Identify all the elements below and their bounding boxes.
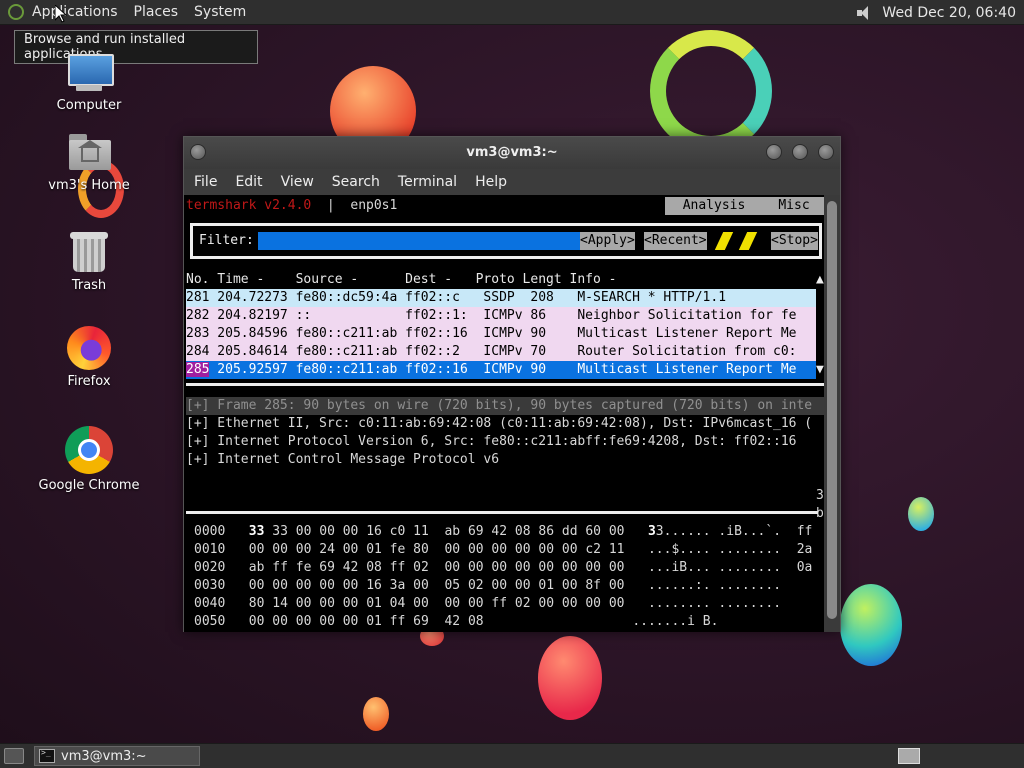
selected-packet-number: 285 [186,362,210,377]
termshark-header: termshark v2.4.0 | enp0s1 [186,197,397,215]
desktop-icon-chrome[interactable]: Google Chrome [29,426,149,493]
window-title: vm3@vm3:~ [466,145,558,160]
menu-file[interactable]: File [194,174,217,190]
filter-bar: Filter: <Apply> <Recent> <Stop> [190,223,822,259]
stop-button[interactable]: <Stop> [771,232,818,250]
desktop-icon-firefox[interactable]: Firefox [29,326,149,389]
trash-icon [67,230,111,274]
detail-row[interactable]: [+] Internet Protocol Version 6, Src: fe… [186,433,796,451]
chrome-icon [65,426,113,474]
wallpaper-blob [840,584,902,666]
hex-row[interactable]: 0010 00 00 00 24 00 01 fe 80 00 00 00 00… [194,541,812,559]
scroll-down-icon[interactable]: ▼ [816,361,824,379]
window-titlebar[interactable]: vm3@vm3:~ [184,137,840,169]
bottom-panel: vm3@vm3:~ [0,743,1024,768]
desktop-icon-label: Computer [56,98,122,113]
detail-row[interactable]: [+] Internet Control Message Protocol v6 [186,451,499,469]
apply-button[interactable]: <Apply> [580,232,635,250]
hex-row[interactable]: 0020 ab ff fe 69 42 08 ff 02 00 00 00 00… [194,559,812,577]
packet-row-selected[interactable]: 285 205.92597 fe80::c211:ab ff02::16 ICM… [186,361,816,379]
header-separator: | [326,198,335,213]
hex-row[interactable]: 0000 33 33 00 00 00 16 c0 11 ab 69 42 08… [194,523,812,541]
tab-misc[interactable]: Misc [763,197,825,215]
terminal-icon [39,748,55,763]
tab-analysis[interactable]: Analysis [665,197,763,215]
filter-input[interactable] [258,232,580,250]
taskbar-window-button[interactable]: vm3@vm3:~ [34,746,200,766]
desktop-icon-label: vm3's Home [48,178,130,193]
detail-overflow-char: b [816,506,824,521]
show-desktop-icon[interactable] [4,748,24,764]
panel-tray: Wed Dec 20, 06:40 [856,0,1016,25]
menu-help[interactable]: Help [475,174,507,190]
desktop-icon-label: Firefox [67,374,111,389]
maximize-icon[interactable] [792,144,808,160]
desktop-icon-trash[interactable]: Trash [29,230,149,293]
wallpaper-blob [908,497,934,531]
desktop-icon-label: Google Chrome [38,478,140,493]
menu-view[interactable]: View [281,174,314,190]
desktop-icon-home[interactable]: vm3's Home [29,130,149,193]
workspace-switcher-icon[interactable] [898,748,920,764]
applications-menu[interactable]: Applications [32,4,118,20]
pane-divider[interactable] [186,383,824,386]
detail-overflow-char: 3 [816,488,824,503]
scroll-up-icon[interactable]: ▲ [816,271,824,289]
computer-icon [64,54,114,94]
packet-row[interactable]: 284 205.84614 fe80::c211:ab ff02::2 ICMP… [186,343,816,361]
minimize-icon[interactable] [766,144,782,160]
packet-row[interactable]: 282 204.82197 :: ff02::1: ICMPv 86 Neigh… [186,307,816,325]
firefox-icon [67,326,111,370]
detail-row[interactable]: [+] Ethernet II, Src: c0:11:ab:69:42:08 … [186,415,812,433]
capture-activity-indicator [714,232,761,250]
home-folder-icon [67,130,111,174]
volume-icon[interactable] [856,5,872,21]
packet-row[interactable]: 281 204.72273 fe80::dc59:4a ff02::c SSDP… [186,289,816,307]
menu-terminal[interactable]: Terminal [398,174,457,190]
terminal-menubar: File Edit View Search Terminal Help [184,169,840,195]
clock[interactable]: Wed Dec 20, 06:40 [882,5,1016,21]
packet-row[interactable]: 283 205.84596 fe80::c211:ab ff02::16 ICM… [186,325,816,343]
detail-row-selected[interactable]: [+] Frame 285: 90 bytes on wire (720 bit… [186,397,826,415]
taskbar-window-label: vm3@vm3:~ [61,748,147,764]
terminal-content[interactable]: termshark v2.4.0 | enp0s1 Analysis Misc … [184,195,826,632]
close-icon[interactable] [818,144,834,160]
top-panel: Applications Places System Wed Dec 20, 0… [0,0,1024,25]
places-menu[interactable]: Places [134,4,179,20]
recent-button[interactable]: <Recent> [644,232,707,250]
system-menu[interactable]: System [194,4,246,20]
desktop-icon-label: Trash [71,278,107,293]
wallpaper-blob [538,636,602,720]
mate-logo-icon[interactable] [8,4,24,20]
hex-row[interactable]: 0050 00 00 00 00 00 01 ff 69 42 08 .....… [194,613,718,631]
terminal-scrollbar[interactable] [824,195,840,632]
packet-list-header[interactable]: No. Time - Source - Dest - Proto Lengt I… [186,271,616,289]
desktop-icon-computer[interactable]: Computer [29,54,149,113]
hex-row[interactable]: 0030 00 00 00 00 00 16 3a 00 05 02 00 00… [194,577,781,595]
menu-search[interactable]: Search [332,174,380,190]
wallpaper-blob [363,697,389,731]
selected-packet-fields: 205.92597 fe80::c211:ab ff02::16 ICMPv 9… [209,362,797,377]
capture-interface: enp0s1 [350,198,398,213]
terminal-window: vm3@vm3:~ File Edit View Search Terminal… [183,136,841,632]
pane-divider[interactable] [186,511,818,514]
filter-label: Filter: [199,233,254,248]
termshark-version: termshark v2.4.0 [186,198,312,213]
scrollbar-thumb[interactable] [827,201,837,619]
wallpaper-ring [650,30,772,152]
hex-row[interactable]: 0040 80 14 00 00 00 01 04 00 00 00 ff 02… [194,595,781,613]
menu-edit[interactable]: Edit [235,174,262,190]
